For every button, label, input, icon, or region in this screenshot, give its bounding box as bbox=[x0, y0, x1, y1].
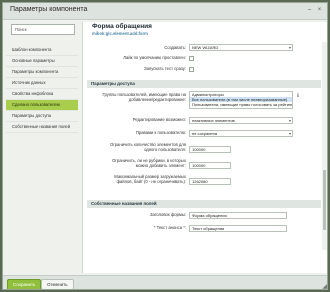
edit-select[interactable]: неактивных элементов ▾ bbox=[189, 117, 293, 124]
form-title-input[interactable]: Форма обращения bbox=[189, 212, 287, 219]
dialog-title: Параметры компонента bbox=[10, 6, 88, 13]
maxsize-input[interactable]: 1262080 bbox=[189, 178, 231, 185]
chevron-down-icon: ▾ bbox=[288, 45, 291, 50]
announce-label: * Текст анонса *: bbox=[153, 225, 186, 230]
form-title-row: Заголовок формы: Форма обращения bbox=[83, 212, 321, 224]
edit-select-value: неактивных элементов bbox=[192, 118, 235, 123]
minimize-icon[interactable]: – bbox=[306, 7, 313, 14]
sidebar-item-datasource[interactable]: Источник данных bbox=[6, 78, 78, 89]
groups-row: Группы пользователей, имеющие права на д… bbox=[83, 91, 321, 115]
create-select[interactable]: NEW WIZARD ▾ bbox=[189, 44, 293, 51]
groups-multiselect[interactable]: Администраторы Все пользователи (в том ч… bbox=[189, 91, 293, 109]
groups-label: Группы пользователей, имеющие права на д… bbox=[102, 92, 186, 102]
like-checkbox[interactable] bbox=[189, 56, 194, 61]
level-input[interactable]: 100000 bbox=[189, 162, 231, 169]
rights-select[interactable]: не сохранена ▾ bbox=[189, 130, 293, 137]
limit-label: Ограничить количество элементов для одно… bbox=[109, 142, 186, 152]
limit-row: Ограничить количество элементов для одно… bbox=[83, 142, 321, 157]
rights-select-value: не сохранена bbox=[192, 131, 218, 136]
search-input[interactable]: Поиск bbox=[11, 24, 75, 35]
rights-row: Правами к пользователю: не сохранена ▾ bbox=[83, 130, 321, 142]
create-label: Создавать: bbox=[164, 45, 186, 50]
resize-handle-icon[interactable]: ◢ bbox=[322, 283, 327, 289]
sidebar: Поиск Шаблон компонента Основные парамет… bbox=[6, 22, 78, 274]
component-code: mibok:glc.element.add.form bbox=[92, 31, 148, 36]
sidebar-item-component[interactable]: Параметры компонента bbox=[6, 67, 78, 78]
sidebar-item-user-made[interactable]: Сделано пользователем bbox=[6, 100, 78, 111]
settings-panel: Форма обращения mibok:glc.element.add.fo… bbox=[82, 22, 327, 273]
access-section-header: Параметры доступа bbox=[87, 80, 321, 88]
sidebar-item-access[interactable]: Параметры доступа bbox=[6, 111, 78, 122]
help-icon[interactable]: ℹ bbox=[297, 93, 299, 99]
sidebar-item-custom-names[interactable]: Собственные названия полей bbox=[6, 122, 78, 133]
sidebar-nav: Шаблон компонента Основные параметры Пар… bbox=[6, 45, 78, 133]
edit-label: Редактирование возможно: bbox=[132, 117, 186, 122]
run-test-label: Запускать тест сразу: bbox=[144, 66, 186, 71]
announce-row: * Текст анонса *: Текст обращения bbox=[83, 225, 321, 237]
create-select-value: NEW WIZARD bbox=[192, 45, 219, 50]
sidebar-item-template[interactable]: Шаблон компонента bbox=[6, 45, 78, 56]
cancel-button[interactable]: Отменить bbox=[41, 279, 74, 289]
chevron-down-icon: ▾ bbox=[288, 131, 291, 136]
scrollbar[interactable] bbox=[322, 42, 327, 250]
run-test-row: Запускать тест сразу: bbox=[83, 66, 321, 79]
sidebar-item-iblock-props[interactable]: Свойства инфоблока bbox=[6, 89, 78, 100]
sidebar-item-basic[interactable]: Основные параметры bbox=[6, 56, 78, 67]
level-row: Ограничить, ли не рубрики, в которых мож… bbox=[83, 158, 321, 173]
limit-input[interactable]: 100000 bbox=[189, 146, 231, 153]
page-title: Форма обращения bbox=[92, 23, 152, 30]
group-option[interactable]: Пользователи, имеющие право голосовать з… bbox=[190, 102, 292, 107]
component-params-dialog: Параметры компонента – × Поиск Шаблон ко… bbox=[2, 2, 328, 290]
like-label: Лайк по умолчанию проставлен: bbox=[123, 55, 186, 60]
form-title-label: Заголовок формы: bbox=[149, 212, 186, 217]
scrollbar-thumb[interactable] bbox=[323, 170, 326, 230]
dialog-footer: Сохранить Отменить ◢ bbox=[3, 275, 327, 289]
rights-label: Правами к пользователю: bbox=[135, 130, 186, 135]
names-section-header: Собственные названия полей bbox=[87, 200, 321, 208]
announce-input[interactable]: Текст обращения bbox=[189, 225, 287, 232]
close-icon[interactable]: × bbox=[316, 7, 323, 14]
save-button[interactable]: Сохранить bbox=[7, 279, 42, 289]
dialog-titlebar[interactable]: Параметры компонента – × bbox=[3, 3, 327, 20]
maxsize-row: Максимальный размер загружаемых файлов, … bbox=[83, 174, 321, 189]
level-label: Ограничить, ли не рубрики, в которых мож… bbox=[112, 158, 186, 168]
edit-row: Редактирование возможно: неактивных элем… bbox=[83, 117, 321, 129]
run-test-checkbox[interactable] bbox=[189, 67, 194, 72]
chevron-down-icon: ▾ bbox=[288, 118, 291, 123]
maxsize-label: Максимальный размер загружаемых файлов, … bbox=[114, 174, 186, 184]
create-row: Создавать: NEW WIZARD ▾ bbox=[83, 44, 321, 56]
